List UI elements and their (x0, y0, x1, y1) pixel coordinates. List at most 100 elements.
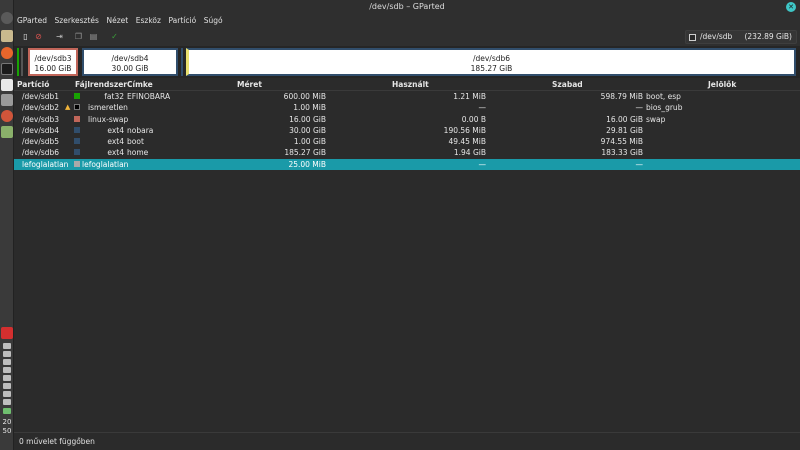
graphic-sdb3[interactable]: /dev/sdb3 16.00 GiB (28, 48, 78, 76)
copy-icon[interactable]: ❐ (73, 31, 84, 42)
col-partition[interactable]: Partíció (17, 80, 49, 89)
row-free: — (635, 103, 644, 113)
files-icon[interactable] (1, 30, 13, 42)
menu-edit[interactable]: Szerkesztés (53, 14, 101, 28)
display-icon[interactable] (3, 359, 11, 365)
device-selector[interactable]: /dev/sdb (232.89 GiB) (685, 30, 797, 44)
apply-icon[interactable]: ✓ (109, 31, 120, 42)
row-filesystem: ext4 (107, 137, 124, 147)
row-free: 183.33 GiB (601, 148, 643, 158)
row-size: 1.00 GiB (293, 137, 326, 147)
paste-icon[interactable]: ▤ (88, 31, 99, 42)
fs-color-swatch (74, 138, 80, 145)
row-filesystem: ext4 (107, 125, 124, 135)
table-row[interactable]: /dev/sdb1 fat32 EFINOBARA 600.00 MiB 1.2… (14, 91, 800, 102)
gparted-icon[interactable] (1, 126, 13, 138)
delete-icon[interactable]: ⊘ (33, 31, 44, 42)
fs-color-swatch (74, 104, 80, 111)
clock-minute: 50 (2, 427, 12, 435)
table-row-selected[interactable]: lefoglalatlan lefoglalatlan 25.00 MiB — … (14, 158, 800, 171)
graphic-sdb3-name: /dev/sdb3 (34, 54, 72, 63)
row-partition: /dev/sdb3 (22, 114, 60, 124)
bluetooth-icon[interactable] (3, 367, 11, 373)
text-editor-icon[interactable] (1, 79, 13, 91)
col-flags[interactable]: Jelölők (708, 80, 736, 89)
menu-partition[interactable]: Partíció (167, 14, 199, 28)
new-partition-icon[interactable]: ▯ (20, 31, 31, 42)
row-used: — (478, 103, 487, 113)
menu-bar: GParted Szerkesztés Nézet Eszköz Partíci… (14, 14, 800, 28)
calculator-icon[interactable] (1, 94, 13, 106)
mail-icon[interactable] (1, 327, 13, 339)
row-partition: /dev/sdb4 (22, 125, 60, 135)
volume-icon[interactable] (3, 399, 11, 405)
row-partition: /dev/sdb6 (22, 148, 60, 158)
firefox-alt-icon[interactable] (1, 110, 13, 122)
col-filesystem[interactable]: Fájlrendszer (75, 80, 127, 89)
sdb5-bar[interactable] (181, 48, 183, 76)
row-size: 185.27 GiB (284, 148, 326, 158)
table-row[interactable]: /dev/sdb3 linux-swap 16.00 GiB 0.00 B 16… (14, 114, 800, 125)
resize-move-icon[interactable]: ⇥ (54, 31, 65, 42)
status-bar: 0 művelet függőben (14, 432, 800, 450)
firefox-icon[interactable] (1, 47, 13, 59)
row-size: 1.00 MiB (293, 103, 326, 113)
row-filesystem: lefoglalatlan (82, 159, 129, 169)
row-used: 190.56 MiB (443, 125, 486, 135)
row-used: 1.21 MiB (453, 92, 486, 101)
col-free[interactable]: Szabad (552, 80, 583, 89)
col-label[interactable]: Címke (127, 80, 153, 89)
graphic-sdb6[interactable]: /dev/sdb6 185.27 GiB (186, 48, 796, 76)
table-row[interactable]: /dev/sdb4 ext4 nobara 30.00 GiB 190.56 M… (14, 125, 800, 136)
menu-view[interactable]: Nézet (105, 14, 131, 28)
col-size[interactable]: Méret (237, 80, 262, 89)
row-label: home (127, 148, 149, 158)
table-row[interactable]: /dev/sdb6 ext4 home 185.27 GiB 1.94 GiB … (14, 147, 800, 158)
fs-color-swatch (74, 126, 80, 133)
col-used[interactable]: Használt (392, 80, 429, 89)
graphic-sdb4-name: /dev/sdb4 (111, 54, 149, 63)
row-flags: bios_grub (646, 103, 683, 113)
fs-color-swatch (74, 115, 80, 122)
row-flags: swap (646, 114, 666, 124)
network-icon[interactable] (3, 343, 11, 349)
printer-icon[interactable] (3, 375, 11, 381)
sdb1-bar[interactable] (17, 48, 19, 76)
battery-icon[interactable] (3, 408, 11, 414)
fs-color-swatch (74, 149, 80, 156)
toolbar: ▯ ⊘ ⇥ ❐ ▤ ✓ /dev/sdb (232.89 GiB) (14, 28, 800, 46)
terminal-icon[interactable] (1, 63, 13, 75)
row-filesystem: fat32 (104, 92, 124, 101)
row-used: 0.00 B (461, 114, 486, 124)
row-size: 16.00 GiB (289, 114, 326, 124)
row-free: — (635, 159, 644, 169)
graphic-sdb4-size: 30.00 GiB (111, 64, 149, 73)
row-size: 600.00 MiB (283, 92, 326, 101)
row-size: 30.00 GiB (289, 125, 326, 135)
row-free: 974.55 MiB (600, 137, 643, 147)
close-icon[interactable]: ✕ (786, 2, 796, 12)
row-used: 49.45 MiB (448, 137, 486, 147)
warning-icon: ▲ (65, 103, 71, 112)
partition-table-header: Partíció Fájlrendszer Címke Méret Haszná… (14, 78, 800, 91)
user-icon[interactable] (3, 383, 11, 389)
menu-icon[interactable] (1, 12, 13, 24)
row-label: EFINOBARA (127, 92, 171, 101)
shield-icon[interactable] (3, 351, 11, 357)
device-name: /dev/sdb (700, 32, 733, 41)
menu-gparted[interactable]: GParted (15, 14, 49, 28)
fs-color-swatch (74, 93, 80, 99)
pending-operations: 0 művelet függőben (19, 437, 95, 446)
row-partition: /dev/sdb2 (22, 103, 60, 113)
menu-device[interactable]: Eszköz (134, 14, 163, 28)
table-row[interactable]: /dev/sdb5 ext4 boot 1.00 GiB 49.45 MiB 9… (14, 136, 800, 147)
wifi-icon[interactable] (3, 391, 11, 397)
row-free: 598.79 MiB (600, 92, 643, 101)
sdb2-bar[interactable] (21, 48, 23, 76)
table-row[interactable]: /dev/sdb2 ▲ ismeretlen 1.00 MiB — — bios… (14, 102, 800, 113)
row-filesystem: ismeretlen (88, 103, 128, 113)
partition-map: /dev/sdb3 16.00 GiB /dev/sdb4 30.00 GiB … (14, 46, 800, 78)
graphic-sdb4[interactable]: /dev/sdb4 30.00 GiB (82, 48, 178, 76)
menu-help[interactable]: Súgó (202, 14, 225, 28)
row-partition: /dev/sdb5 (22, 137, 60, 147)
